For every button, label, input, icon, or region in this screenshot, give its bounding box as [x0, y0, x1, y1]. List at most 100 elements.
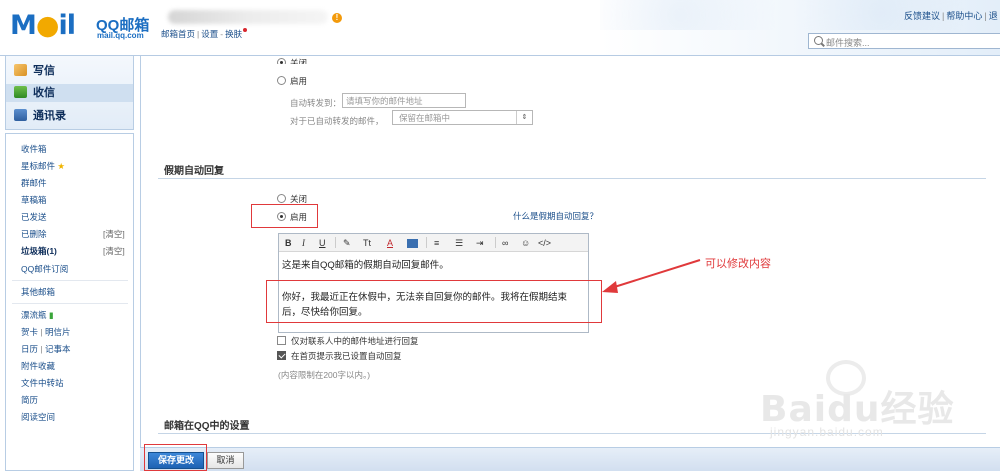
forward-on-radio[interactable]	[277, 76, 286, 85]
help-link-top[interactable]: 帮助中心	[946, 11, 982, 21]
app-file-transfer[interactable]: 文件中转站	[21, 377, 64, 389]
forward-on-label: 启用	[290, 76, 308, 86]
inbox-icon	[14, 86, 27, 98]
qqmail-logo[interactable]: M●il	[10, 11, 76, 41]
forward-after-select[interactable]: 保留在邮箱中	[392, 110, 533, 125]
watermark-url: jingyan.baidu.com	[770, 425, 884, 439]
action-bar	[140, 447, 1000, 471]
search-icon	[814, 36, 823, 45]
underline-button[interactable]: U	[319, 237, 326, 249]
nav-contacts[interactable]: 通讯录	[14, 107, 132, 125]
search-placeholder: 邮件搜索...	[826, 38, 870, 48]
alert-icon[interactable]: !	[332, 13, 342, 23]
folder-deleted-label: 已删除	[21, 229, 47, 239]
account-name-blurred	[168, 10, 328, 24]
app-reading[interactable]: 阅读空间	[21, 411, 55, 423]
folder-deleted[interactable]: 已删除 [清空]	[21, 228, 131, 240]
app-attachments[interactable]: 附件收藏	[21, 360, 55, 372]
background-color-icon[interactable]	[407, 239, 418, 248]
top-links: 邮箱首页 | 设置 - 换肤	[161, 28, 248, 40]
folder-starred-label: 星标邮件	[21, 161, 56, 171]
vacation-on-option[interactable]: 启用	[277, 211, 307, 223]
save-button[interactable]: 保存更改	[148, 452, 204, 469]
folder-group[interactable]: 群邮件	[21, 177, 47, 189]
forward-on-option[interactable]: 启用	[277, 75, 307, 87]
qq-settings-section-title: 邮箱在QQ中的设置	[164, 421, 250, 432]
list-icon[interactable]: ☰	[455, 237, 463, 249]
show-home-option[interactable]: 在首页提示我已设置自动回复	[277, 350, 402, 362]
link-icon[interactable]: ∞	[502, 237, 508, 249]
font-size-button[interactable]: Tt	[363, 237, 371, 249]
forward-after-label: 对于已自动转发的邮件，	[290, 116, 384, 126]
contacts-icon	[14, 109, 27, 121]
app-bottle[interactable]: 漂流瓶 ▮	[21, 309, 54, 321]
folder-starred[interactable]: 星标邮件 ★	[21, 160, 65, 172]
italic-button[interactable]: I	[302, 237, 305, 249]
nav-contacts-label: 通讯录	[33, 110, 66, 122]
toolbar-divider	[426, 237, 427, 248]
nav-inbox[interactable]: 收信	[6, 84, 133, 102]
logo-domain-text: mail.qq.com	[97, 31, 144, 40]
indent-icon[interactable]: ⇥	[476, 237, 484, 249]
panel-border	[140, 56, 141, 471]
feedback-link[interactable]: 反馈建议	[904, 11, 940, 21]
other-mailboxes[interactable]: 其他邮箱	[21, 286, 55, 298]
toolbar-divider	[495, 237, 496, 248]
vacation-section-title: 假期自动回复	[164, 166, 224, 177]
contacts-only-checkbox[interactable]	[277, 336, 286, 345]
editor-toolbar: B I U ✎ Tt A ≡ ☰ ⇥ ∞ ☺ </>	[279, 234, 588, 252]
app-resume[interactable]: 简历	[21, 394, 38, 406]
contacts-only-option[interactable]: 仅对联系人中的邮件地址进行回复	[277, 335, 419, 347]
arrow-head-icon	[602, 281, 618, 293]
font-color-button[interactable]: A	[387, 237, 393, 249]
empty-deleted-link[interactable]: [清空]	[103, 228, 125, 240]
vacation-help-link[interactable]: 什么是假期自动回复？	[513, 210, 598, 222]
emoji-button[interactable]: ☺	[521, 237, 530, 249]
app-calendar[interactable]: 日历	[21, 344, 38, 354]
logout-link[interactable]: 退	[989, 11, 998, 21]
forward-off-option[interactable]: 关闭	[277, 57, 307, 64]
vacation-on-label: 启用	[290, 212, 308, 222]
home-link[interactable]: 邮箱首页	[161, 29, 195, 39]
forward-off-label: 关闭	[290, 58, 308, 64]
section-divider	[158, 178, 986, 179]
vacation-off-radio[interactable]	[277, 194, 286, 203]
settings-link[interactable]: 设置	[201, 29, 218, 39]
show-home-checkbox[interactable]	[277, 351, 286, 360]
app-postcard[interactable]: 明信片	[45, 327, 71, 337]
toolbar-divider	[335, 237, 336, 248]
folder-drafts[interactable]: 草稿箱	[21, 194, 47, 206]
app-card[interactable]: 贺卡	[21, 327, 38, 337]
nav-compose-label: 写信	[33, 65, 55, 77]
folder-subscription[interactable]: QQ邮件订阅	[21, 263, 68, 275]
folder-sent[interactable]: 已发送	[21, 211, 47, 223]
sidebar-divider	[12, 303, 128, 304]
source-button[interactable]: </>	[538, 237, 551, 249]
folder-spam[interactable]: 垃圾箱(1) [清空]	[21, 245, 131, 257]
folder-spam-label: 垃圾箱(1)	[21, 246, 57, 256]
editor-body-text: 你好，我最近正在休假中，无法亲自回复你的邮件。我将在假期结束后，尽快给你回复。	[282, 292, 568, 318]
new-dot-icon	[243, 28, 248, 32]
nav-compose[interactable]: 写信	[14, 62, 132, 80]
editor-line-1: 这是来自QQ邮箱的假期自动回复邮件。	[282, 260, 449, 271]
app-notes[interactable]: 记事本	[45, 344, 71, 354]
app-cards-row: 贺卡 | 明信片	[21, 327, 71, 337]
empty-spam-link[interactable]: [清空]	[103, 245, 125, 257]
sidebar-divider	[12, 280, 128, 281]
star-icon: ★	[57, 161, 66, 171]
align-button[interactable]: ≡	[434, 237, 439, 249]
cancel-button[interactable]: 取消	[207, 452, 244, 469]
skin-link[interactable]: 换肤	[225, 29, 242, 39]
vacation-off-label: 关闭	[290, 194, 308, 204]
folder-inbox[interactable]: 收件箱	[21, 143, 47, 155]
pencil-icon	[14, 64, 27, 76]
bottle-icon: ▮	[48, 310, 54, 320]
forward-to-label: 自动转发到：	[290, 98, 342, 108]
bold-button[interactable]: B	[285, 237, 292, 249]
vacation-on-radio[interactable]	[277, 212, 286, 221]
contacts-only-label: 仅对联系人中的邮件地址进行回复	[291, 336, 419, 346]
font-icon[interactable]: ✎	[343, 237, 351, 249]
right-links: 反馈建议 | 帮助中心 | 退	[904, 11, 998, 21]
forward-to-input[interactable]: 请填写你的邮件地址	[342, 93, 466, 108]
forward-off-radio[interactable]	[277, 58, 286, 64]
